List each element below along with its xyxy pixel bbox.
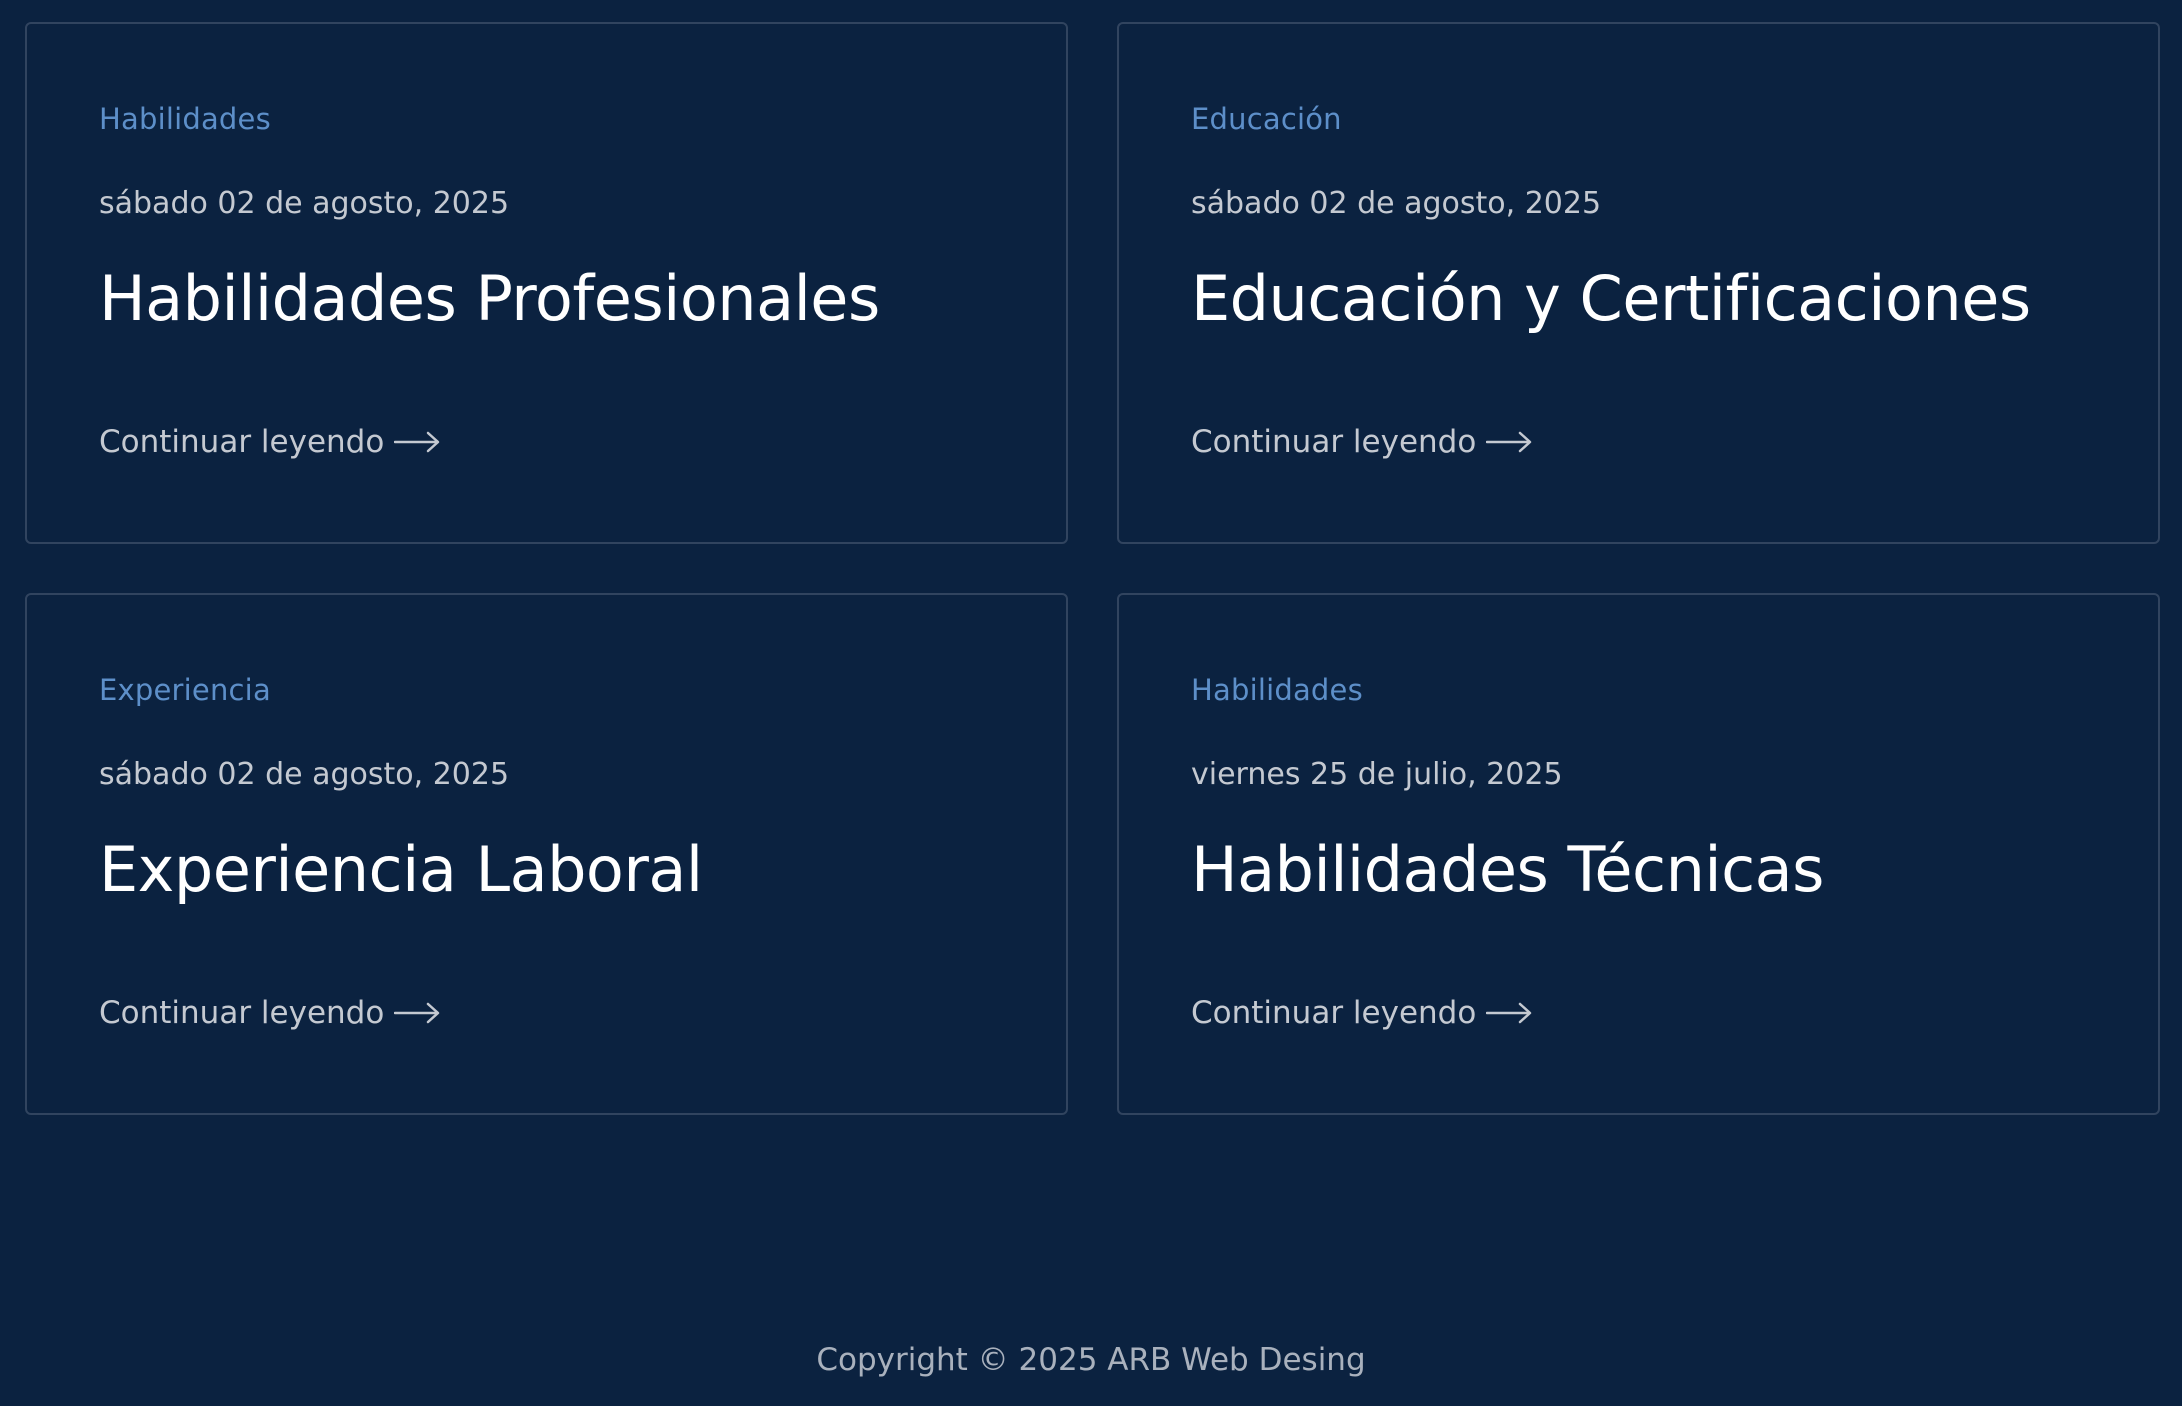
post-category[interactable]: Experiencia [99, 673, 271, 707]
post-card[interactable]: Habilidades sábado 02 de agosto, 2025 Ha… [25, 22, 1068, 544]
continue-reading-label: Continuar leyendo [99, 424, 385, 460]
post-category[interactable]: Educación [1191, 102, 1342, 136]
continue-reading-label: Continuar leyendo [1191, 424, 1477, 460]
post-title[interactable]: Educación y Certificaciones [1191, 262, 2031, 335]
continue-reading-link[interactable]: Continuar leyendo [99, 995, 440, 1031]
post-title[interactable]: Experiencia Laboral [99, 833, 703, 906]
post-date: sábado 02 de agosto, 2025 [99, 757, 510, 792]
arrow-right-icon [1486, 1002, 1532, 1024]
post-card[interactable]: Habilidades viernes 25 de julio, 2025 Ha… [1117, 593, 2160, 1115]
post-date: sábado 02 de agosto, 2025 [99, 186, 510, 221]
arrow-right-icon [394, 1002, 440, 1024]
continue-reading-label: Continuar leyendo [1191, 995, 1477, 1031]
post-date: viernes 25 de julio, 2025 [1191, 757, 1563, 792]
post-category[interactable]: Habilidades [1191, 673, 1363, 707]
arrow-right-icon [1486, 431, 1532, 453]
post-category[interactable]: Habilidades [99, 102, 271, 136]
post-card[interactable]: Educación sábado 02 de agosto, 2025 Educ… [1117, 22, 2160, 544]
post-date: sábado 02 de agosto, 2025 [1191, 186, 1602, 221]
post-card[interactable]: Experiencia sábado 02 de agosto, 2025 Ex… [25, 593, 1068, 1115]
footer-copyright: Copyright © 2025 ARB Web Desing [816, 1342, 1366, 1378]
post-title[interactable]: Habilidades Profesionales [99, 262, 880, 335]
arrow-right-icon [394, 431, 440, 453]
post-grid: Habilidades sábado 02 de agosto, 2025 Ha… [25, 22, 2160, 1115]
continue-reading-link[interactable]: Continuar leyendo [99, 424, 440, 460]
continue-reading-link[interactable]: Continuar leyendo [1191, 995, 1532, 1031]
continue-reading-label: Continuar leyendo [99, 995, 385, 1031]
post-title[interactable]: Habilidades Técnicas [1191, 833, 1824, 906]
continue-reading-link[interactable]: Continuar leyendo [1191, 424, 1532, 460]
